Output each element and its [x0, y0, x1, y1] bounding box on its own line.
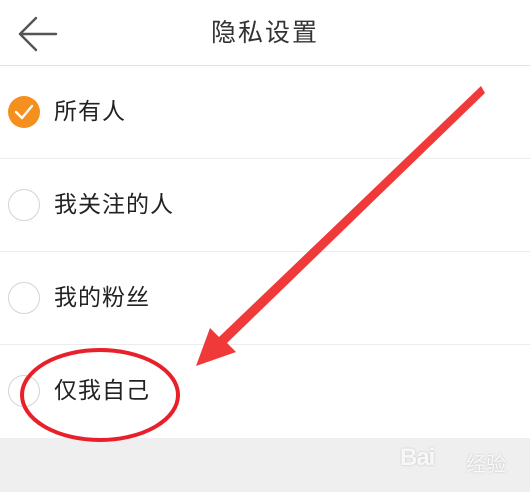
option-following[interactable]: 我关注的人: [0, 159, 530, 252]
radio-unchecked[interactable]: [8, 375, 40, 407]
option-label: 仅我自己: [54, 378, 150, 404]
back-button[interactable]: [10, 12, 64, 56]
watermark-sub: 经验: [466, 452, 506, 476]
option-followers[interactable]: 我的粉丝: [0, 252, 530, 345]
radio-checked[interactable]: [8, 96, 40, 128]
option-only-me[interactable]: 仅我自己: [0, 345, 530, 438]
page-title: 隐私设置: [210, 18, 319, 47]
watermark-text: Bai: [400, 444, 435, 471]
radio-unchecked[interactable]: [8, 189, 40, 221]
option-everyone[interactable]: 所有人: [0, 66, 530, 159]
header-bar: 隐私设置: [0, 0, 530, 66]
option-label: 所有人: [54, 99, 126, 125]
radio-unchecked[interactable]: [8, 282, 40, 314]
privacy-options-list: 所有人 我关注的人 我的粉丝 仅我自己: [0, 66, 530, 438]
option-label: 我的粉丝: [54, 285, 150, 311]
baidu-watermark: Bai 经验: [400, 440, 522, 480]
checkmark-icon: [14, 104, 34, 120]
arrow-left-icon: [18, 16, 58, 52]
option-label: 我关注的人: [54, 192, 174, 218]
